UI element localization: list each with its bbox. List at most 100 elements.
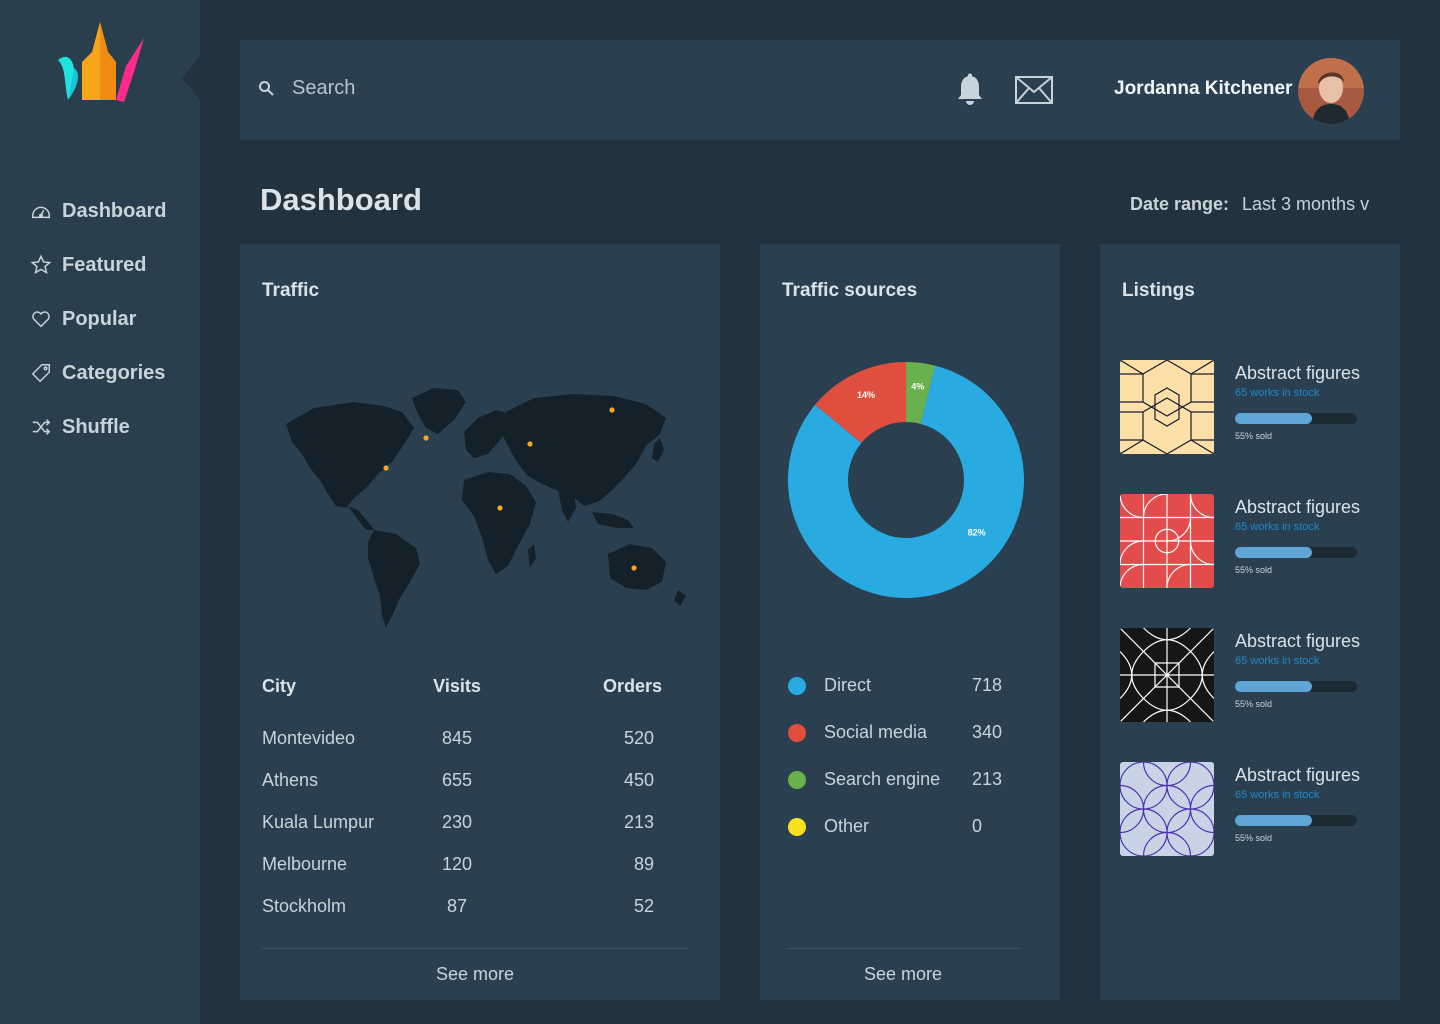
listing-progress-bar bbox=[1235, 681, 1357, 692]
listing-item[interactable]: Abstract figures 65 works in stock 55% s… bbox=[1120, 360, 1380, 454]
orders-cell: 89 bbox=[633, 853, 654, 874]
tag-icon bbox=[31, 364, 50, 383]
listing-name[interactable]: Abstract figures bbox=[1235, 631, 1360, 652]
listing-stock: 65 works in stock bbox=[1235, 655, 1320, 667]
legend-item-social-media[interactable]: Social media 340 bbox=[788, 709, 1018, 756]
legend-value: 0 bbox=[972, 816, 983, 836]
sidebar-item-featured[interactable]: Featured bbox=[30, 238, 166, 292]
listing-thumbnail-arcs[interactable] bbox=[1120, 494, 1214, 588]
legend-dot bbox=[788, 770, 806, 789]
progress-fill bbox=[1235, 413, 1312, 424]
listing-item[interactable]: Abstract figures 65 works in stock 55% s… bbox=[1120, 494, 1380, 588]
listing-sold-label: 55% sold bbox=[1235, 833, 1273, 843]
sidebar-item-label: Featured bbox=[62, 253, 147, 276]
traffic-sources-see-more-button[interactable]: See more bbox=[864, 964, 942, 985]
sidebar-item-label: Categories bbox=[62, 361, 166, 384]
page-title: Dashboard bbox=[260, 182, 422, 217]
legend-label: Direct bbox=[824, 675, 872, 695]
listing-name[interactable]: Abstract figures bbox=[1235, 363, 1360, 384]
listing-name[interactable]: Abstract figures bbox=[1235, 497, 1360, 518]
visits-cell: 120 bbox=[441, 853, 473, 874]
orders-cell: 450 bbox=[623, 769, 654, 790]
listing-stock: 65 works in stock bbox=[1235, 521, 1320, 533]
heart-icon bbox=[32, 311, 50, 328]
active-indicator bbox=[182, 56, 200, 100]
listing-thumbnail-circles[interactable] bbox=[1120, 762, 1214, 856]
column-header-orders[interactable]: Orders bbox=[492, 676, 682, 717]
city-cell: Stockholm bbox=[262, 895, 347, 916]
table-row: Stockholm 87 52 bbox=[262, 885, 682, 927]
app-logo[interactable] bbox=[54, 22, 146, 104]
sidebar-item-label: Shuffle bbox=[62, 415, 130, 438]
legend-value: 718 bbox=[972, 675, 1003, 695]
donut-label: 4% bbox=[911, 382, 924, 392]
top-bar: Jordanna Kitchener bbox=[240, 40, 1400, 140]
listing-thumbnail-hexagon[interactable] bbox=[1120, 360, 1214, 454]
sidebar-item-label: Dashboard bbox=[62, 199, 167, 222]
orders-cell: 52 bbox=[633, 895, 654, 916]
mail-icon[interactable] bbox=[1015, 76, 1053, 104]
sidebar-nav: Dashboard Featured Popular Categories Sh… bbox=[30, 184, 166, 454]
avatar[interactable] bbox=[1298, 58, 1364, 124]
table-row: Montevideo 845 520 bbox=[262, 717, 682, 759]
traffic-card: Traffic City Visits Orders Montevideo 84… bbox=[240, 244, 720, 1000]
listing-name[interactable]: Abstract figures bbox=[1235, 765, 1360, 786]
sidebar-item-categories[interactable]: Categories bbox=[30, 346, 166, 400]
listing-stock: 65 works in stock bbox=[1235, 789, 1320, 801]
dashboard-icon bbox=[32, 206, 50, 219]
legend-value: 340 bbox=[972, 722, 1003, 742]
sidebar-item-popular[interactable]: Popular bbox=[30, 292, 166, 346]
traffic-title: Traffic bbox=[262, 280, 320, 301]
traffic-sources-title: Traffic sources bbox=[782, 280, 918, 301]
listing-thumbnail-diamonds[interactable] bbox=[1120, 628, 1214, 722]
traffic-see-more-button[interactable]: See more bbox=[436, 964, 514, 985]
listing-sold-label: 55% sold bbox=[1235, 431, 1273, 441]
orders-cell: 213 bbox=[623, 811, 654, 832]
legend-item-other[interactable]: Other 0 bbox=[788, 803, 1018, 850]
listings-title: Listings bbox=[1122, 280, 1195, 301]
sidebar: Dashboard Featured Popular Categories Sh… bbox=[0, 0, 200, 1024]
legend-label: Other bbox=[824, 816, 870, 836]
legend-item-search-engine[interactable]: Search engine 213 bbox=[788, 756, 1018, 803]
star-icon bbox=[30, 254, 52, 275]
traffic-footer: See more bbox=[262, 948, 688, 1000]
legend-label: Social media bbox=[824, 722, 928, 742]
user-name[interactable]: Jordanna Kitchener bbox=[1114, 78, 1292, 100]
legend-value: 213 bbox=[972, 769, 1003, 789]
traffic-sources-footer: See more bbox=[786, 948, 1020, 1000]
table-row: Melbourne 120 89 bbox=[262, 843, 682, 885]
progress-fill bbox=[1235, 815, 1312, 826]
column-header-visits[interactable]: Visits bbox=[422, 676, 492, 717]
table-row: Athens 655 450 bbox=[262, 759, 682, 801]
legend-dot bbox=[788, 676, 806, 695]
legend-dot bbox=[788, 723, 806, 742]
legend-label: Search engine bbox=[824, 769, 941, 789]
visits-cell: 655 bbox=[441, 769, 473, 790]
table-header-row: City Visits Orders bbox=[262, 676, 682, 717]
sidebar-item-shuffle[interactable]: Shuffle bbox=[30, 400, 166, 454]
orders-cell: 520 bbox=[623, 727, 654, 748]
sidebar-item-label: Popular bbox=[62, 307, 137, 330]
listing-item[interactable]: Abstract figures 65 works in stock 55% s… bbox=[1120, 628, 1380, 722]
column-header-city[interactable]: City bbox=[262, 676, 422, 717]
date-range-select[interactable]: Last 3 months v bbox=[1242, 194, 1369, 215]
bell-icon[interactable] bbox=[954, 73, 986, 107]
traffic-table: City Visits Orders Montevideo 845 520 At… bbox=[262, 676, 682, 927]
sidebar-item-dashboard[interactable]: Dashboard bbox=[30, 184, 166, 238]
donut-label: 14% bbox=[857, 390, 875, 400]
listing-progress-bar bbox=[1235, 413, 1357, 424]
visits-cell: 230 bbox=[441, 811, 473, 832]
shuffle-icon bbox=[32, 419, 51, 435]
listing-item[interactable]: Abstract figures 65 works in stock 55% s… bbox=[1120, 762, 1380, 856]
traffic-sources-card: Traffic sources 4% 82% 14% Direct 718 Soci… bbox=[760, 244, 1060, 1000]
city-cell: Melbourne bbox=[262, 853, 348, 874]
progress-fill bbox=[1235, 547, 1312, 558]
legend-item-direct[interactable]: Direct 718 bbox=[788, 662, 1018, 709]
city-cell: Montevideo bbox=[262, 727, 356, 748]
search-input[interactable] bbox=[292, 70, 692, 106]
legend-dot bbox=[788, 817, 806, 836]
table-row: Kuala Lumpur 230 213 bbox=[262, 801, 682, 843]
listing-sold-label: 55% sold bbox=[1235, 565, 1273, 575]
donut-label: 82% bbox=[968, 527, 986, 537]
listings-card: Listings Abstract figures 65 works in st… bbox=[1100, 244, 1400, 1000]
